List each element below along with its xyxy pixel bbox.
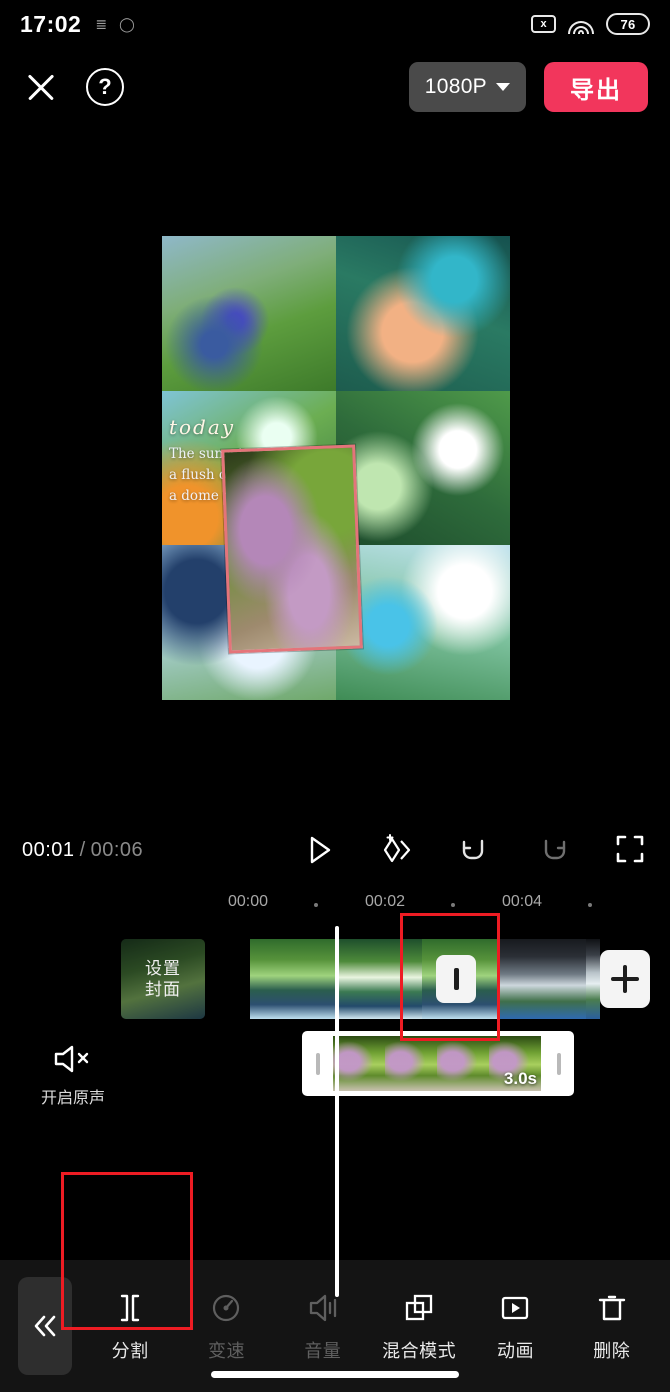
total-time: 00:06 bbox=[90, 838, 144, 861]
tool-split-label: 分割 bbox=[111, 1340, 149, 1361]
status-bar: 17:02 ≣ ◯ x 76 bbox=[0, 0, 670, 48]
notification-icon: ≣ bbox=[95, 15, 108, 32]
tool-split[interactable]: 分割 bbox=[82, 1290, 178, 1363]
tool-blend-mode[interactable]: 混合模式 bbox=[371, 1290, 467, 1363]
resolution-selector[interactable]: 1080P bbox=[408, 62, 526, 112]
status-time: 17:02 bbox=[20, 10, 82, 37]
collage-cell bbox=[336, 390, 510, 546]
ruler-tick-0: 00:00 bbox=[227, 893, 269, 910]
tool-volume[interactable]: 音量 bbox=[275, 1290, 371, 1363]
fullscreen-icon[interactable] bbox=[614, 833, 648, 867]
playback-bar: 00:01/00:06 bbox=[0, 816, 670, 884]
preview-area: today The sunset was mere a flush of ros… bbox=[0, 126, 670, 816]
playback-controls bbox=[302, 833, 648, 867]
video-thumbnail[interactable] bbox=[336, 939, 422, 1019]
overlay-script-text: today bbox=[168, 415, 236, 440]
split-icon bbox=[112, 1290, 148, 1326]
transition-button[interactable] bbox=[436, 955, 476, 1003]
add-clip-button[interactable] bbox=[600, 950, 650, 1008]
battery-level: 76 bbox=[620, 16, 636, 32]
close-icon[interactable] bbox=[22, 68, 60, 106]
no-sim-icon: x bbox=[531, 15, 556, 33]
tool-blend-mode-label: 混合模式 bbox=[382, 1340, 457, 1361]
time-separator: / bbox=[79, 838, 86, 861]
tool-animation[interactable]: 动画 bbox=[467, 1290, 563, 1363]
status-right-icons: x 76 bbox=[531, 13, 650, 35]
timeline-ruler[interactable]: 00:00 00:02 00:04 bbox=[0, 884, 670, 924]
help-icon[interactable]: ? bbox=[86, 68, 124, 106]
ruler-tick-2: 00:04 bbox=[501, 893, 543, 910]
collage-cell bbox=[336, 545, 510, 700]
collage-cell bbox=[336, 236, 510, 391]
undo-icon[interactable] bbox=[458, 833, 492, 867]
video-canvas[interactable]: today The sunset was mere a flush of ros… bbox=[98, 177, 572, 807]
clip-thumbnail-strip[interactable]: 3.0s bbox=[333, 1036, 543, 1091]
ruler-dot bbox=[314, 903, 318, 907]
tool-volume-label: 音量 bbox=[304, 1340, 342, 1361]
redo-icon[interactable] bbox=[536, 833, 570, 867]
no-sim-label: x bbox=[540, 17, 547, 30]
tool-delete-label: 删除 bbox=[593, 1340, 631, 1361]
timeline[interactable]: 00:00 00:02 00:04 开启原声 设置 封面 3.0s bbox=[0, 884, 670, 1304]
current-time: 00:01 bbox=[22, 838, 75, 861]
clip-thumbnail bbox=[385, 1036, 437, 1091]
selected-clip-row[interactable]: 3.0s bbox=[302, 1031, 574, 1096]
keyframe-icon[interactable] bbox=[380, 833, 414, 867]
home-indicator bbox=[211, 1371, 459, 1378]
ruler-tick-1: 00:02 bbox=[364, 893, 406, 910]
blend-icon bbox=[401, 1290, 437, 1326]
clip-trim-handle-left[interactable] bbox=[302, 1031, 333, 1096]
set-cover-button[interactable]: 设置 封面 bbox=[121, 939, 205, 1019]
cover-label-line1: 设置 bbox=[145, 958, 181, 978]
export-label: 导出 bbox=[570, 76, 622, 104]
battery-icon: 76 bbox=[606, 13, 650, 35]
clip-thumbnail bbox=[437, 1036, 489, 1091]
video-thumbnail[interactable] bbox=[250, 939, 336, 1019]
video-thumbnail[interactable] bbox=[586, 939, 600, 1019]
clip-duration-label: 3.0s bbox=[503, 1069, 537, 1088]
time-display: 00:01/00:06 bbox=[22, 839, 143, 862]
speed-icon bbox=[208, 1290, 244, 1326]
clip-thumbnail bbox=[333, 1036, 385, 1091]
export-button[interactable]: 导出 bbox=[544, 62, 648, 112]
alarm-icon: ◯ bbox=[119, 15, 135, 32]
ruler-dot bbox=[588, 903, 592, 907]
selected-overlay-clip[interactable] bbox=[221, 444, 363, 654]
collapse-toolbar-button[interactable] bbox=[18, 1277, 72, 1375]
animation-icon bbox=[497, 1290, 533, 1326]
play-icon[interactable] bbox=[302, 833, 336, 867]
ruler-dot bbox=[451, 903, 455, 907]
playhead[interactable] bbox=[335, 926, 339, 1297]
tool-speed[interactable]: 变速 bbox=[178, 1290, 274, 1363]
chevron-down-icon bbox=[496, 83, 510, 91]
trash-icon bbox=[594, 1290, 630, 1326]
status-left-icons: ≣ ◯ bbox=[95, 16, 134, 33]
collage-cell bbox=[162, 236, 336, 391]
main-video-track-2[interactable] bbox=[500, 939, 600, 1019]
wifi-icon bbox=[568, 15, 594, 34]
tool-speed-label: 变速 bbox=[207, 1340, 245, 1361]
resolution-label: 1080P bbox=[424, 75, 487, 98]
tool-delete[interactable]: 删除 bbox=[564, 1290, 660, 1363]
tool-animation-label: 动画 bbox=[496, 1340, 534, 1361]
clip-trim-handle-right[interactable] bbox=[543, 1031, 574, 1096]
top-bar: ? 1080P 导出 bbox=[0, 48, 670, 126]
top-bar-actions: 1080P 导出 bbox=[408, 62, 648, 112]
cover-label-line2: 封面 bbox=[145, 980, 181, 999]
video-thumbnail[interactable] bbox=[500, 939, 586, 1019]
